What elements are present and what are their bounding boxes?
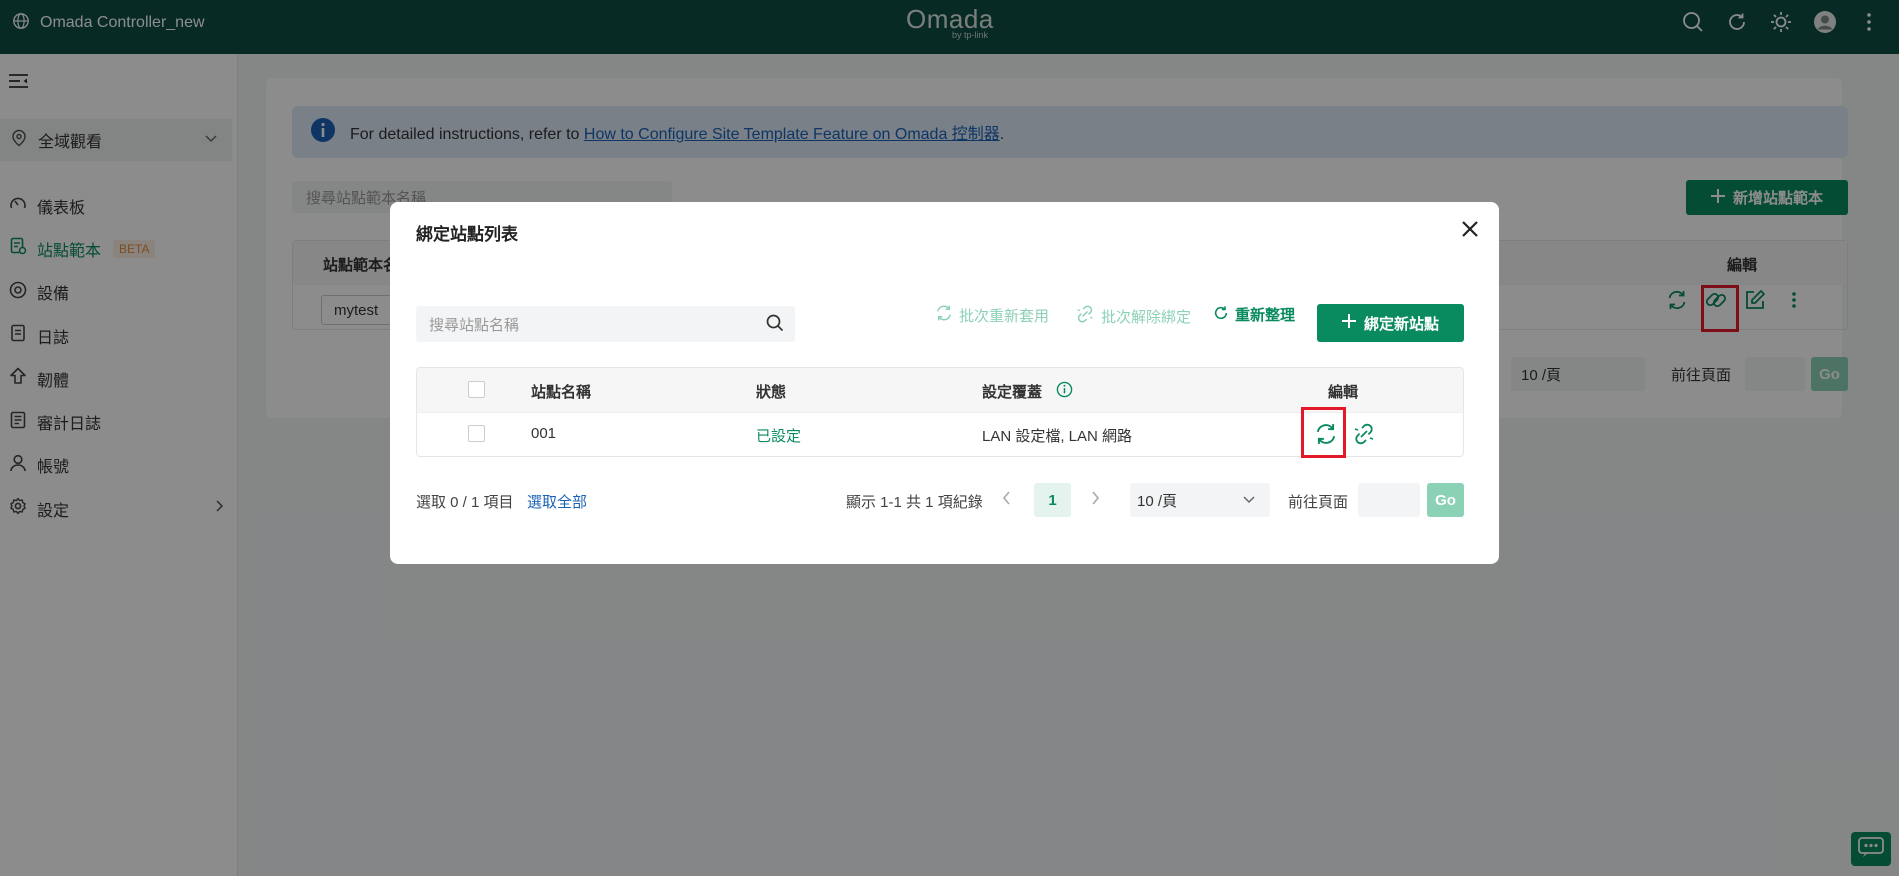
refresh-label: 重新整理 xyxy=(1235,307,1296,324)
prev-page-icon[interactable] xyxy=(1001,490,1013,510)
table-header: 站點名稱 狀態 設定覆蓋 編輯 xyxy=(417,368,1463,412)
batch-unbind-button[interactable]: 批次解除綁定 xyxy=(1075,304,1191,328)
site-search-input[interactable]: 搜尋站點名稱 xyxy=(416,306,795,342)
site-name-cell: 001 xyxy=(531,425,557,442)
goto-page-label: 前往頁面 xyxy=(1288,494,1349,511)
selection-count: 選取 0 / 1 項目 xyxy=(416,494,514,511)
batch-reapply-button[interactable]: 批次重新套用 xyxy=(935,304,1049,326)
bind-new-site-button[interactable]: 綁定新站點 xyxy=(1317,304,1464,342)
reapply-icon xyxy=(935,304,953,326)
column-header-status: 狀態 xyxy=(756,384,787,401)
next-page-icon[interactable] xyxy=(1089,490,1101,510)
go-button[interactable]: Go xyxy=(1427,483,1464,517)
highlight-box xyxy=(1301,407,1346,458)
per-page-value: 10 /頁 xyxy=(1137,492,1178,510)
record-count: 顯示 1-1 共 1 項紀錄 xyxy=(846,494,983,511)
refresh-icon xyxy=(1213,305,1229,325)
goto-page-input[interactable] xyxy=(1358,483,1420,517)
bound-sites-dialog: 綁定站點列表 搜尋站點名稱 批次重新套用 批次解除綁定 重新整理 綁定新站點 站… xyxy=(390,202,1499,564)
override-cell: LAN 設定檔, LAN 網路 xyxy=(982,428,1133,445)
info-icon[interactable] xyxy=(1056,381,1073,402)
close-icon[interactable] xyxy=(1459,218,1483,242)
dialog-title: 綁定站點列表 xyxy=(416,225,518,244)
batch-unbind-label: 批次解除綁定 xyxy=(1101,308,1192,326)
select-all-checkbox[interactable] xyxy=(468,381,485,398)
select-all-link[interactable]: 選取全部 xyxy=(527,491,587,512)
column-header-site-name: 站點名稱 xyxy=(531,384,592,401)
chevron-down-icon xyxy=(1242,492,1256,509)
site-search-placeholder: 搜尋站點名稱 xyxy=(429,316,520,334)
column-header-edit: 編輯 xyxy=(1328,384,1359,401)
refresh-button[interactable]: 重新整理 xyxy=(1213,304,1295,325)
plus-icon xyxy=(1341,314,1356,332)
unlink-icon[interactable] xyxy=(1352,422,1376,450)
column-header-override: 設定覆蓋 xyxy=(982,384,1043,401)
page-number-button[interactable]: 1 xyxy=(1034,483,1071,517)
row-checkbox[interactable] xyxy=(468,425,485,442)
bind-new-site-label: 綁定新站點 xyxy=(1363,315,1439,333)
per-page-select[interactable]: 10 /頁 xyxy=(1130,483,1270,517)
batch-reapply-label: 批次重新套用 xyxy=(959,307,1050,325)
search-icon[interactable] xyxy=(765,313,785,337)
unlink-icon xyxy=(1075,304,1095,328)
status-cell: 已設定 xyxy=(756,428,802,445)
